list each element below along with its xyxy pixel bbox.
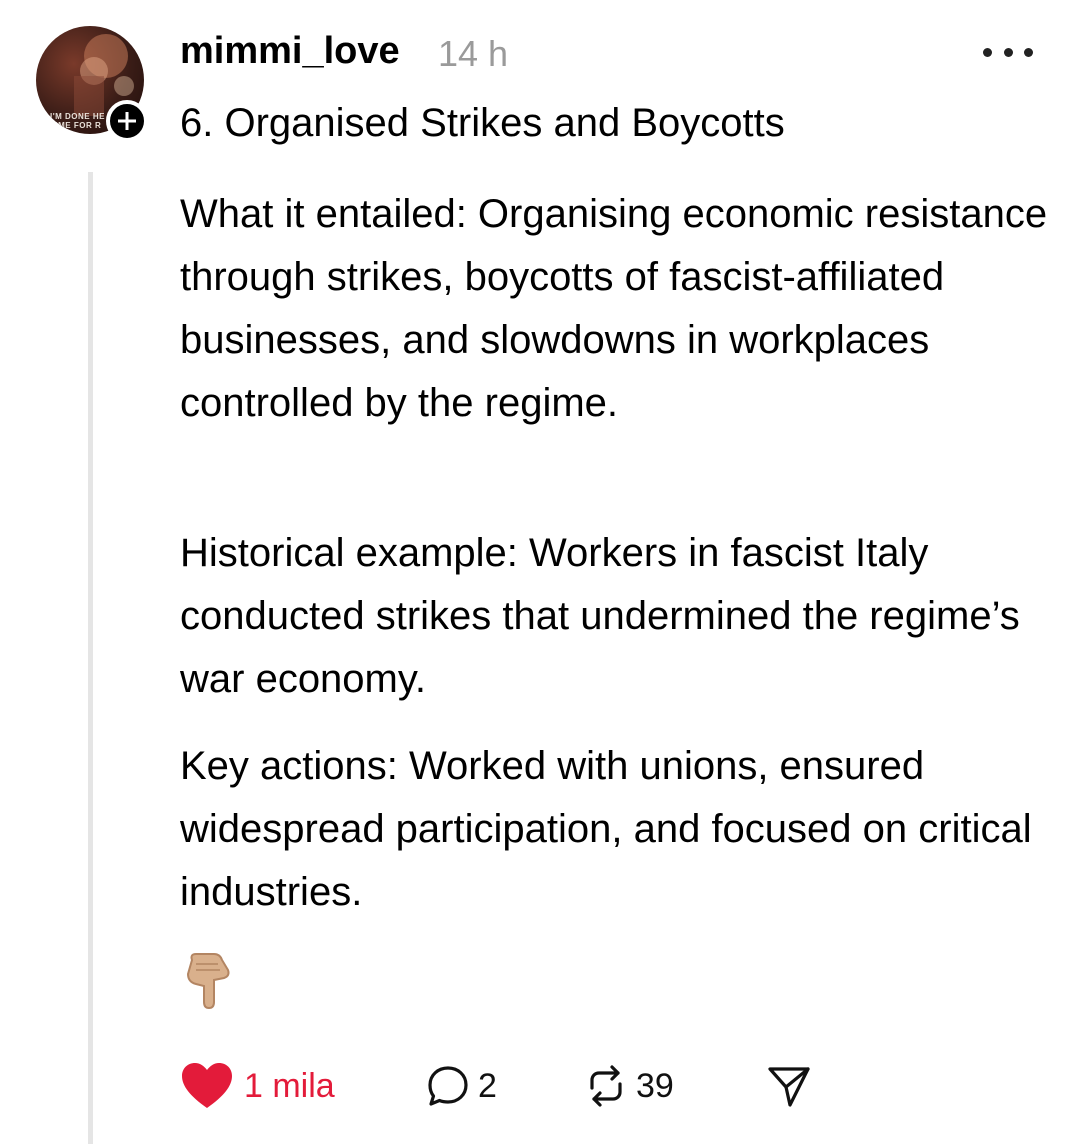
username[interactable]: mimmi_love [180, 30, 400, 73]
like-count: 1 mila [244, 1066, 335, 1105]
pointing-down-hand-icon [184, 950, 234, 1015]
reply-button[interactable]: 2 [426, 1058, 497, 1114]
share-button[interactable] [766, 1058, 812, 1114]
thread-line [88, 172, 93, 1144]
follow-button[interactable] [106, 100, 148, 142]
comment-icon [428, 1066, 468, 1106]
avatar-caption: I'M DONE HE TIME FOR R [50, 112, 105, 130]
more-dot-icon [983, 47, 992, 57]
reply-count: 2 [478, 1066, 497, 1105]
post-paragraph: Key actions: Worked with unions, ensured… [180, 744, 1032, 914]
repost-count: 39 [636, 1066, 674, 1105]
send-icon [768, 1067, 810, 1107]
more-dot-icon [1003, 47, 1013, 57]
more-dot-icon [1024, 47, 1033, 57]
post-title: 6. Organised Strikes and Boycotts [180, 101, 785, 145]
post-time: 14 h [438, 33, 509, 74]
post-actions: 1 mila 2 39 [180, 1058, 1040, 1114]
repost-button[interactable]: 39 [584, 1058, 674, 1114]
heart-icon [182, 1063, 232, 1108]
like-button[interactable]: 1 mila [180, 1058, 335, 1114]
repost-icon [590, 1065, 622, 1107]
plus-icon [118, 112, 136, 130]
more-options-button[interactable] [983, 40, 1033, 64]
post-paragraph: What it entailed: Organising economic re… [180, 192, 1048, 425]
post-paragraph: Historical example: Workers in fascist I… [180, 531, 1020, 701]
